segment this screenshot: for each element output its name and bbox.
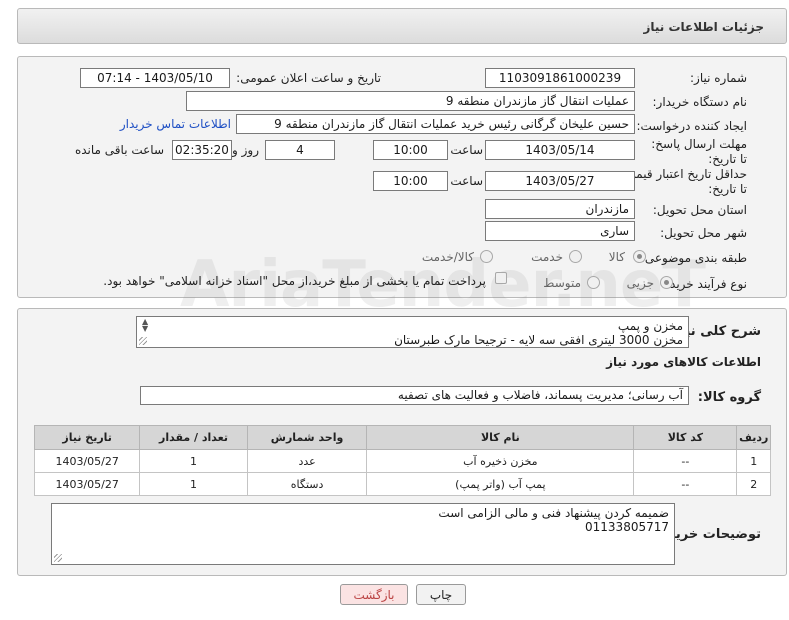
reply-date-field[interactable]: 1403/05/14	[485, 140, 635, 160]
table-row[interactable]: 2 -- پمپ آب (واتر پمپ) دستگاه 1 1403/05/…	[33, 472, 771, 496]
scroll-arrows-icon[interactable]: ▲ ▼	[142, 318, 148, 333]
col-code: کد کالا	[633, 425, 738, 450]
category-option-goods: کالا	[608, 250, 625, 264]
category-option-service: خدمت	[531, 250, 563, 264]
buyer-contact-link[interactable]: اطلاعات تماس خریدار	[120, 117, 231, 131]
need-number-label: شماره نیاز:	[690, 71, 747, 85]
price-validity-label: حداقل تاریخ اعتبار قیمت: تا تاریخ:	[620, 167, 747, 196]
cell-name: پمپ آب (واتر پمپ)	[366, 472, 635, 496]
reply-time-field[interactable]: 10:00	[373, 140, 448, 160]
category-radio-goods[interactable]	[633, 250, 646, 263]
cell-code: --	[633, 472, 738, 496]
process-radio-medium[interactable]	[587, 276, 600, 289]
goods-group-field[interactable]: آب رسانی؛ مدیریت پسماند، فاضلاب و فعالیت…	[140, 386, 689, 405]
time-remaining-field[interactable]: 02:35:20	[172, 140, 232, 160]
general-description-textarea[interactable]: مخزن و پمپ مخزن 3000 لیتری افقی سه لایه …	[136, 316, 689, 348]
announce-label: تاریخ و ساعت اعلان عمومی:	[236, 71, 381, 85]
col-row: ردیف	[736, 425, 771, 450]
province-field[interactable]: مازندران	[485, 199, 635, 219]
process-option-medium: متوسط	[543, 276, 581, 290]
city-field[interactable]: ساری	[485, 221, 635, 241]
buyer-notes-line-2: 01133805717	[585, 520, 669, 534]
cell-unit: دستگاه	[246, 472, 368, 496]
category-label: طبقه بندی موضوعی:	[640, 251, 747, 265]
cell-name: مخزن ذخیره آب	[366, 449, 635, 473]
cell-unit: عدد	[246, 449, 368, 473]
col-qty: تعداد / مقدار	[139, 425, 248, 450]
validity-date-field[interactable]: 1403/05/27	[485, 171, 635, 191]
reply-deadline-label: مهلت ارسال پاسخ: تا تاریخ:	[651, 137, 747, 166]
page-title: جزئیات اطلاعات نیاز	[643, 20, 764, 34]
category-radio-service[interactable]	[569, 250, 582, 263]
need-number-field[interactable]: 1103091861000239	[485, 68, 635, 88]
goods-section-title: اطلاعات کالاهای مورد نیاز	[606, 355, 761, 369]
resize-grip-icon[interactable]	[54, 554, 62, 562]
validity-time-field[interactable]: 10:00	[373, 171, 448, 191]
buyer-notes-textarea[interactable]: ضمیمه کردن پیشنهاد فنی و مالی الزامی است…	[51, 503, 675, 565]
description-line-1: مخزن و پمپ	[617, 319, 683, 333]
city-label: شهر محل تحویل:	[660, 226, 747, 240]
treasury-payment-checkbox[interactable]	[495, 272, 507, 284]
treasury-payment-note: پرداخت تمام یا بخشی از مبلغ خرید،از محل …	[103, 274, 486, 288]
process-radio-minor[interactable]	[660, 276, 673, 289]
announce-datetime-field[interactable]: 1403/05/10 - 07:14	[80, 68, 230, 88]
description-line-2: مخزن 3000 لیتری افقی سه لایه - ترجیحا ما…	[394, 333, 683, 347]
col-unit: واحد شمارش	[246, 425, 368, 450]
requester-field[interactable]: حسین علیخان گرگانی رئیس خرید عملیات انتق…	[236, 114, 635, 134]
buyer-org-field[interactable]: عملیات انتقال گاز مازندران منطقه 9	[186, 91, 635, 111]
time-remaining-label: ساعت باقی مانده	[74, 143, 164, 157]
goods-table-header: ردیف کد کالا نام کالا واحد شمارش تعداد /…	[33, 425, 771, 450]
reply-time-label: ساعت	[450, 143, 483, 157]
goods-table: ردیف کد کالا نام کالا واحد شمارش تعداد /…	[33, 425, 771, 496]
col-name: نام کالا	[366, 425, 635, 450]
cell-date: 1403/05/27	[33, 449, 141, 473]
print-button[interactable]: چاپ	[416, 584, 466, 605]
resize-grip-icon[interactable]	[139, 337, 147, 345]
col-date: تاریخ نیاز	[33, 425, 141, 450]
category-radio-goods-service[interactable]	[480, 250, 493, 263]
process-type-label: نوع فرآیند خرید :	[662, 277, 747, 291]
days-label: روز و	[232, 143, 259, 157]
cell-row: 2	[736, 472, 771, 496]
cell-qty: 1	[139, 472, 248, 496]
cell-qty: 1	[139, 449, 248, 473]
province-label: استان محل تحویل:	[652, 203, 747, 217]
back-button[interactable]: بازگشت	[340, 584, 408, 605]
validity-time-label: ساعت	[450, 174, 483, 188]
cell-code: --	[633, 449, 738, 473]
requester-label: ایجاد کننده درخواست:	[636, 119, 747, 133]
cell-row: 1	[736, 449, 771, 473]
category-option-goods-service: کالا/خدمت	[421, 250, 474, 264]
goods-group-label: گروه کالا:	[697, 390, 761, 405]
cell-date: 1403/05/27	[33, 472, 141, 496]
days-remaining-field[interactable]: 4	[265, 140, 335, 160]
page-header: جزئیات اطلاعات نیاز	[17, 8, 787, 44]
buyer-org-label: نام دستگاه خریدار:	[652, 95, 748, 109]
buyer-notes-line-1: ضمیمه کردن پیشنهاد فنی و مالی الزامی است	[438, 506, 669, 520]
process-option-minor: جزیی	[626, 276, 654, 290]
table-row[interactable]: 1 -- مخزن ذخیره آب عدد 1 1403/05/27	[33, 449, 771, 473]
